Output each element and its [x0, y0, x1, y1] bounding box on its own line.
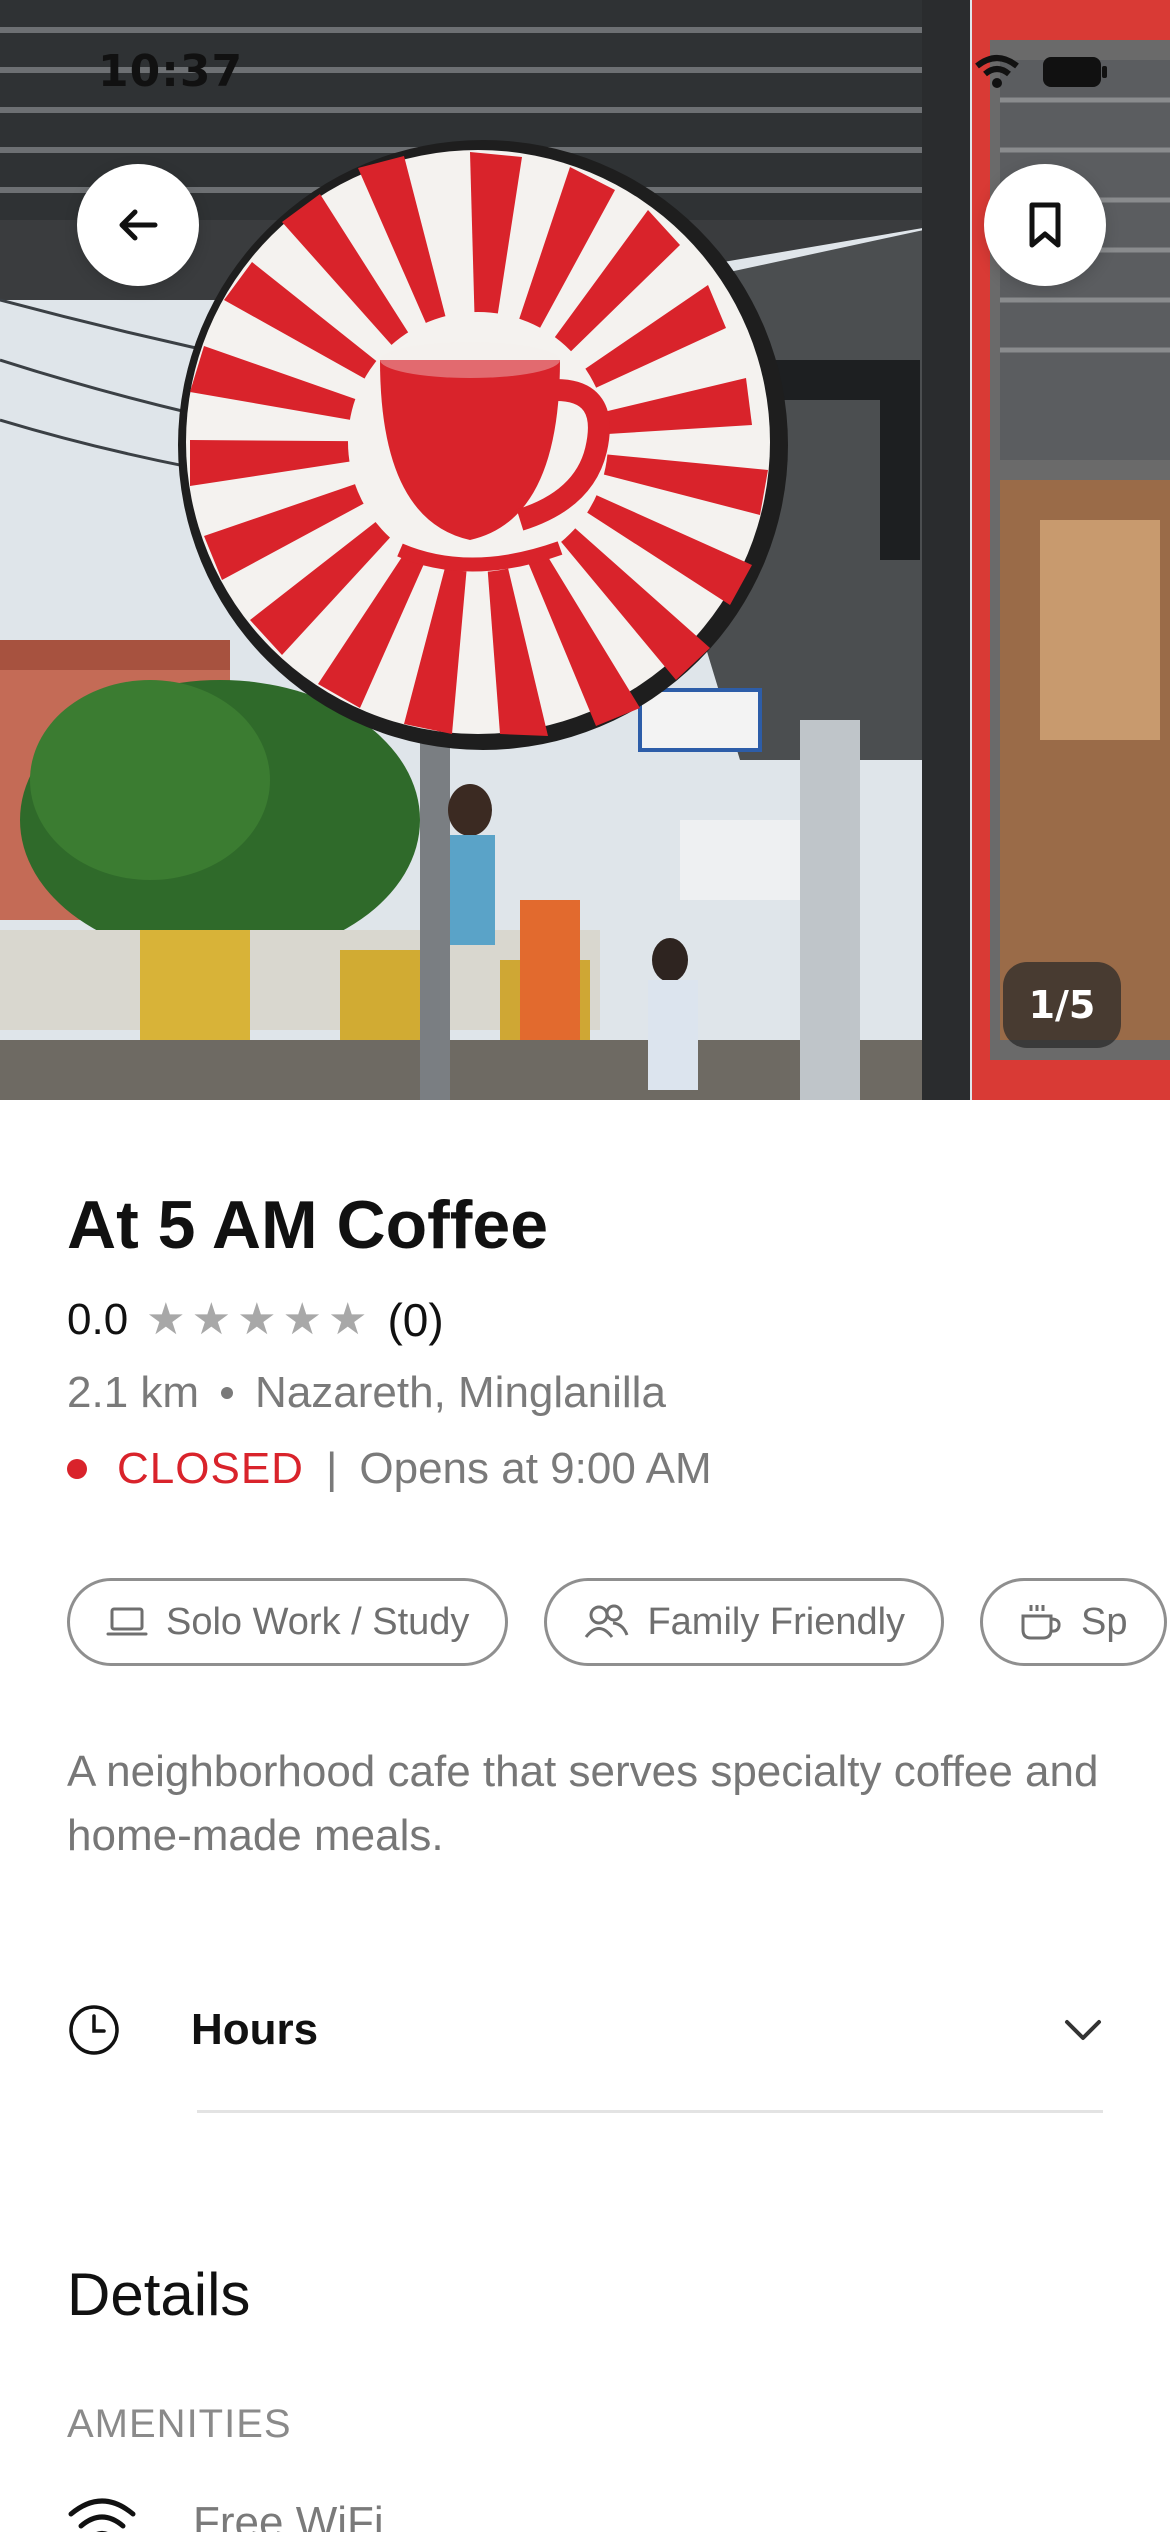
back-button[interactable] — [77, 164, 199, 286]
divider — [197, 2110, 1103, 2113]
status-bar-icons — [974, 54, 1108, 90]
hours-label: Hours — [191, 2005, 319, 2054]
arrow-left-icon — [119, 209, 158, 241]
tag-chip-label: Solo Work / Study — [166, 1600, 470, 1643]
clock-icon — [69, 2005, 119, 2055]
status-badge: CLOSED — [117, 1444, 304, 1493]
rating-stars: ★ ★ ★ ★ ★ — [146, 1298, 367, 1342]
status-dot — [67, 1459, 87, 1479]
place-description: A neighborhood cafe that serves specialt… — [67, 1747, 1099, 1860]
coffee-cup-icon — [1021, 1605, 1061, 1640]
tag-chip-specialty[interactable]: Sp — [980, 1578, 1167, 1666]
location: Nazareth, Minglanilla — [255, 1368, 666, 1417]
amenities-label: AMENITIES — [67, 2402, 292, 2446]
amenity-item: Free WiFi — [67, 2496, 384, 2532]
hero-photo[interactable]: 10:37 1/5 — [0, 0, 1170, 1100]
tag-chip-label: Family Friendly — [647, 1600, 906, 1643]
open-status-row: CLOSED | Opens at 9:00 AM — [67, 1444, 712, 1494]
status-bar-time: 10:37 — [98, 46, 244, 97]
gallery-counter: 1/5 — [1003, 962, 1121, 1048]
wifi-signal-icon — [975, 55, 1019, 88]
rating-value: 0.0 — [67, 1295, 129, 1344]
place-details: At 5 AM Coffee 0.0 ★ ★ ★ ★ ★ (0) 2.1 km … — [0, 1100, 1170, 2532]
users-icon — [585, 1604, 629, 1638]
tag-chip-family-friendly[interactable]: Family Friendly — [544, 1578, 945, 1666]
rating-row[interactable]: 0.0 ★ ★ ★ ★ ★ (0) — [67, 1290, 444, 1350]
star-icon: ★ — [327, 1294, 368, 1345]
bookmark-icon — [1029, 202, 1061, 248]
amenity-label: Free WiFi — [193, 2498, 384, 2532]
details-heading: Details — [67, 2261, 251, 2328]
tag-chips: Solo Work / Study Family Friendly Sp — [67, 1578, 1167, 1666]
distance: 2.1 km — [67, 1368, 200, 1417]
star-icon: ★ — [146, 1294, 186, 1345]
star-icon: ★ — [191, 1294, 232, 1345]
rating-count: (0) — [387, 1294, 444, 1346]
tag-chip-solo-work[interactable]: Solo Work / Study — [67, 1578, 509, 1666]
wifi-icon — [68, 2498, 136, 2532]
hours-accordion[interactable]: Hours — [67, 1990, 1103, 2070]
status-separator: | — [325, 1444, 338, 1493]
chevron-down-icon — [1065, 2020, 1101, 2040]
cafe-sign-photo — [0, 0, 1170, 1100]
tag-chip-label: Sp — [1081, 1600, 1128, 1643]
location-row: 2.1 km Nazareth, Minglanilla — [67, 1368, 666, 1418]
star-icon: ★ — [282, 1294, 322, 1345]
laptop-icon — [106, 1607, 148, 1636]
opening-time: Opens at 9:00 AM — [359, 1444, 712, 1493]
place-title: At 5 AM Coffee — [67, 1187, 549, 1263]
dot-separator — [221, 1387, 234, 1399]
bookmark-button[interactable] — [984, 164, 1106, 286]
star-icon: ★ — [237, 1294, 277, 1345]
battery-icon — [1043, 57, 1107, 87]
